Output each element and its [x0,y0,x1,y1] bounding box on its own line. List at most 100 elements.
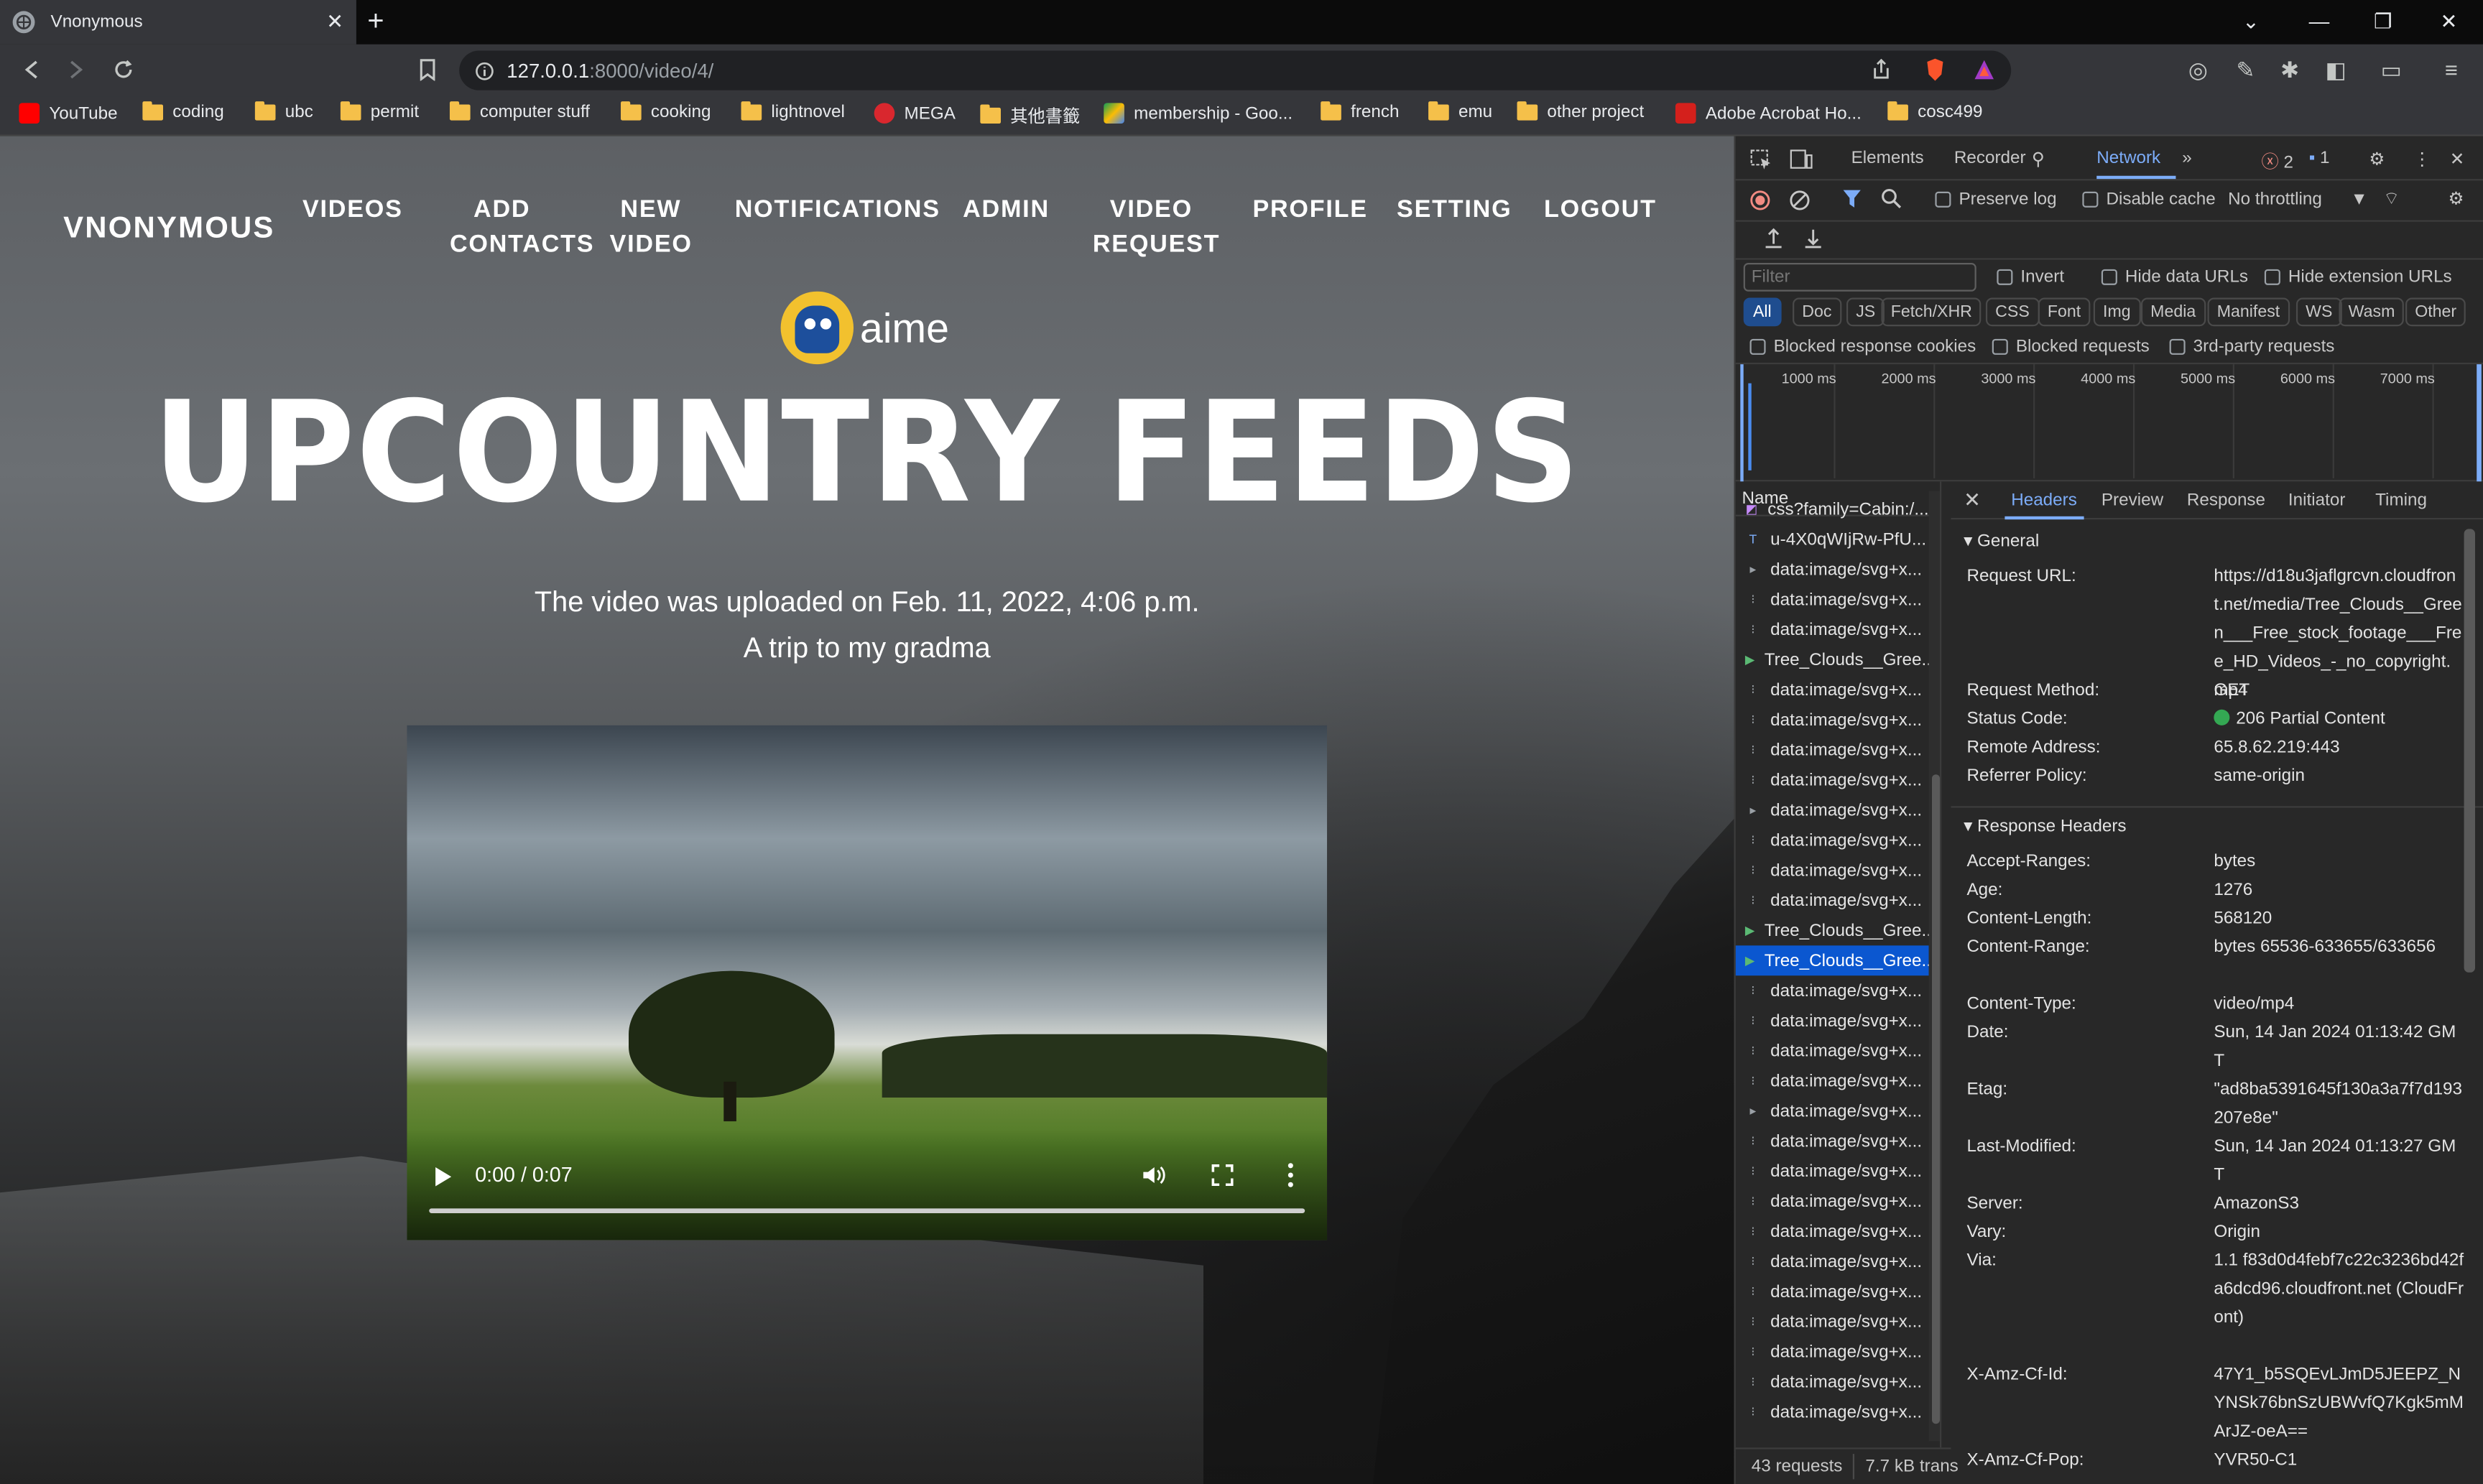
forward-icon[interactable] [63,57,88,82]
request-row[interactable]: Tu-4X0qWIjRw-PfU... [1736,524,1929,555]
new-tab-icon[interactable]: + [367,6,384,35]
request-row[interactable]: ⁝ data:image/svg+x... [1736,1186,1929,1216]
type-filter-fetch-xhr[interactable]: Fetch/XHR [1881,297,1982,327]
bookmark-mega[interactable]: MEGA [874,103,956,124]
request-row[interactable]: ⁝ data:image/svg+x... [1736,1307,1929,1337]
request-row[interactable]: ⁝ data:image/svg+x... [1736,1066,1929,1096]
tab-recorder[interactable]: Recorder [1954,149,2026,167]
nav-logout[interactable]: LOGOUT [1544,193,1655,228]
more-tabs-icon[interactable]: » [2182,149,2192,167]
request-row[interactable]: ⁝ data:image/svg+x... [1736,886,1929,916]
nav-profile[interactable]: PROFILE [1252,193,1367,228]
browser-tab[interactable]: Vnonymous ✕ [0,0,356,45]
brave-rewards-icon[interactable] [1971,57,1997,82]
tab-elements[interactable]: Elements [1851,149,1924,167]
brave-shield-icon[interactable] [1923,57,1948,82]
request-row[interactable]: ⁝ data:image/svg+x... [1736,674,1929,705]
type-filter-js[interactable]: JS [1846,297,1885,327]
request-row[interactable]: ⁝ data:image/svg+x... [1736,1036,1929,1066]
import-har-icon[interactable] [1764,228,1783,249]
reload-icon[interactable] [111,57,136,82]
request-row[interactable]: ⁝ data:image/svg+x... [1736,1246,1929,1276]
details-scroll-thumb[interactable] [2464,529,2476,973]
extensions-puzzle-icon[interactable]: ✱ [2277,56,2302,82]
request-row[interactable]: ▶ Tree_Clouds__Gree... [1736,915,1929,945]
video-progress-bar[interactable] [429,1208,1305,1213]
error-count[interactable]: ⓧ 2 [2261,149,2293,174]
filter-icon[interactable] [1841,188,1862,209]
video-player[interactable]: 0:00 / 0:07 [407,725,1328,1240]
request-row[interactable]: ⁝ data:image/svg+x... [1736,1216,1929,1246]
bookmark-computer-stuff[interactable]: computer stuff [449,101,590,122]
user-badge[interactable]: aime [780,291,949,365]
share-icon[interactable] [1869,57,1894,82]
request-row[interactable]: ⁝ data:image/svg+x... [1736,735,1929,765]
sidebar-icon[interactable]: ◧ [2323,56,2348,82]
bookmark-permit[interactable]: permit [340,101,419,122]
menu-icon[interactable]: ≡ [2438,57,2464,82]
nav-notifications[interactable]: NOTIFICATIONS [735,193,939,228]
tab-timing[interactable]: Timing [2375,491,2427,510]
timeline-handle-left[interactable] [1740,364,1744,482]
message-count[interactable]: ▪ 1 [2309,149,2330,167]
minimize-icon[interactable]: — [2309,9,2330,33]
bookmark-other-bookmarks[interactable]: 其他書籤 [980,103,1080,128]
request-row[interactable]: ⁝ data:image/svg+x... [1736,825,1929,855]
request-row[interactable]: ▸ data:image/svg+x... [1736,795,1929,825]
response-headers-section-header[interactable]: ▾ Response Headers [1964,816,2126,836]
device-toolbar-icon[interactable] [1790,149,1813,170]
network-settings-icon[interactable]: ⚙ [2449,188,2464,209]
nav-video-request[interactable]: VIDEO REQUEST [1093,193,1219,263]
third-party-requests-checkbox[interactable]: 3rd-party requests [2169,338,2334,356]
nav-videos[interactable]: VIDEOS [302,193,402,228]
type-filter-css[interactable]: CSS [1985,297,2039,327]
site-info-icon[interactable] [475,61,494,80]
type-filter-img[interactable]: Img [2093,297,2140,327]
type-filter-doc[interactable]: Doc [1793,297,1841,327]
request-row[interactable]: ⁝ data:image/svg+x... [1736,585,1929,615]
request-row[interactable]: ⁝ data:image/svg+x... [1736,1156,1929,1187]
back-icon[interactable] [19,57,44,82]
restore-icon[interactable]: ❐ [2374,9,2392,34]
request-row[interactable]: ⁝ data:image/svg+x... [1736,1126,1929,1156]
nav-add-contacts[interactable]: ADD CONTACTS [450,193,593,263]
request-row[interactable]: ⁝ data:image/svg+x... [1736,705,1929,735]
blocked-response-cookies-checkbox[interactable]: Blocked response cookies [1749,338,1976,356]
close-window-icon[interactable]: ✕ [2441,9,2458,34]
type-filter-ws[interactable]: WS [2295,297,2342,327]
close-tab-icon[interactable]: ✕ [326,9,343,34]
bookmark-other-project[interactable]: other project [1517,101,1644,122]
extension-glasses-icon[interactable]: ◎ [2186,56,2211,82]
bookmark-cooking[interactable]: cooking [621,101,711,122]
inspect-element-icon[interactable] [1750,149,1772,170]
disable-cache-checkbox[interactable]: Disable cache [2082,190,2216,209]
request-row[interactable]: ▶ Tree_Clouds__Gree... [1736,644,1929,674]
preserve-log-checkbox[interactable]: Preserve log [1935,190,2057,209]
bookmark-adobe-acrobat[interactable]: Adobe Acrobat Ho... [1675,103,1862,124]
chevron-down-icon[interactable]: ⌄ [2242,9,2260,34]
more-options-icon[interactable] [1287,1162,1294,1187]
tab-network[interactable]: Network [2096,149,2160,167]
request-row[interactable]: ⁝ data:image/svg+x... [1736,1397,1929,1427]
wallet-icon[interactable]: ▭ [2379,56,2404,82]
bookmark-ubc[interactable]: ubc [254,101,313,122]
bookmark-cosc499[interactable]: cosc499 [1887,101,1982,122]
fullscreen-icon[interactable] [1211,1164,1234,1187]
search-icon[interactable] [1881,188,1902,209]
tab-preview[interactable]: Preview [2101,491,2163,510]
invert-checkbox[interactable]: Invert [1997,268,2064,287]
play-icon[interactable] [434,1166,453,1188]
more-menu-icon[interactable]: ⋮ [2413,149,2431,169]
record-icon[interactable] [1750,190,1771,211]
request-row[interactable]: ⁝ data:image/svg+x... [1736,615,1929,645]
hide-data-urls-checkbox[interactable]: Hide data URLs [2101,268,2248,287]
request-row[interactable]: ⁝ data:image/svg+x... [1736,1276,1929,1307]
request-row[interactable]: ⁝ data:image/svg+x... [1736,1006,1929,1036]
bookmark-youtube[interactable]: YouTube [19,103,118,124]
hide-extension-urls-checkbox[interactable]: Hide extension URLs [2264,268,2452,287]
close-details-icon[interactable]: ✕ [1964,488,1981,513]
request-row[interactable]: ▶ Tree_Clouds__Gree... [1735,945,1929,976]
request-row[interactable]: ▸ data:image/svg+x... [1736,555,1929,585]
request-row[interactable]: ⁝ data:image/svg+x... [1736,1367,1929,1397]
bookmark-icon[interactable] [415,57,440,82]
